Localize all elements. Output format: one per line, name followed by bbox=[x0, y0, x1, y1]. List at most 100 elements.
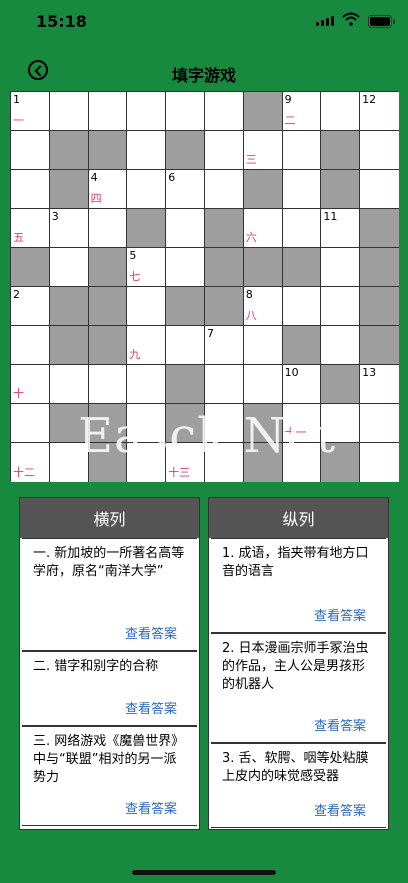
grid-cell[interactable] bbox=[88, 365, 128, 404]
grid-cell[interactable] bbox=[49, 248, 89, 287]
clue-number: 10 bbox=[284, 366, 299, 379]
status-bar: 15:18 bbox=[0, 0, 408, 44]
blocked-cell bbox=[49, 170, 89, 209]
grid-cell[interactable] bbox=[321, 248, 361, 287]
grid-cell[interactable] bbox=[88, 209, 128, 248]
clue-text: 二. 错字和别字的合称 bbox=[33, 659, 159, 674]
grid-cell[interactable] bbox=[127, 92, 167, 131]
blocked-cell bbox=[321, 170, 361, 209]
watermark: Easck.Net bbox=[78, 408, 337, 464]
grid-cell[interactable]: 六 bbox=[243, 209, 283, 248]
clue-label: 十 bbox=[13, 387, 24, 400]
view-answer-button[interactable]: 查看答案 bbox=[314, 715, 366, 734]
clue-label: 七 bbox=[129, 270, 141, 283]
clue-number: 12 bbox=[362, 93, 377, 106]
grid-cell[interactable]: 9二 bbox=[282, 92, 322, 131]
down-panel: 纵列 1. 成语，指夹带有地方口音的语言 查看答案 2. 日本漫画宗师手冢治虫的… bbox=[208, 497, 389, 830]
grid-cell[interactable] bbox=[321, 92, 361, 131]
grid-cell[interactable] bbox=[243, 365, 283, 404]
grid-cell[interactable]: 11 bbox=[321, 209, 361, 248]
nav-bar: 填字游戏 bbox=[0, 52, 408, 90]
grid-cell[interactable] bbox=[11, 326, 50, 365]
grid-cell[interactable]: 13 bbox=[360, 365, 399, 404]
grid-cell[interactable] bbox=[360, 443, 399, 482]
clue-number: 13 bbox=[362, 366, 377, 379]
grid-cell[interactable] bbox=[166, 248, 205, 287]
grid-cell[interactable] bbox=[360, 170, 399, 209]
wifi-icon bbox=[342, 12, 360, 26]
clue-label: 十二 bbox=[13, 466, 35, 479]
grid-cell[interactable] bbox=[166, 92, 205, 131]
grid-cell[interactable] bbox=[360, 131, 399, 170]
clue-label: 十三 bbox=[168, 466, 191, 479]
clue-number: 3 bbox=[51, 210, 59, 223]
down-header: 纵列 bbox=[209, 498, 388, 538]
blocked-cell bbox=[88, 131, 128, 170]
grid-cell[interactable]: 5七 bbox=[127, 248, 167, 287]
clue-number: 4 bbox=[90, 171, 98, 184]
grid-cell[interactable] bbox=[204, 365, 244, 404]
clue-number: 1 bbox=[13, 93, 20, 106]
grid-cell[interactable] bbox=[243, 326, 283, 365]
blocked-cell bbox=[88, 248, 128, 287]
grid-cell[interactable] bbox=[127, 170, 167, 209]
grid-cell[interactable]: 三 bbox=[243, 131, 283, 170]
grid-cell[interactable]: 十 bbox=[11, 365, 50, 404]
clue-label: 三 bbox=[245, 153, 257, 166]
across-clue-1: 一. 新加坡的一所著名高等学府，原名“南洋大学” 查看答案 bbox=[22, 538, 197, 651]
grid-cell[interactable]: 4四 bbox=[88, 170, 128, 209]
grid-cell[interactable] bbox=[49, 92, 89, 131]
grid-cell[interactable] bbox=[88, 92, 128, 131]
grid-cell[interactable]: 3 bbox=[49, 209, 89, 248]
blocked-cell bbox=[321, 365, 361, 404]
blocked-cell bbox=[88, 287, 128, 326]
grid-cell[interactable] bbox=[166, 209, 205, 248]
grid-cell[interactable]: 九 bbox=[127, 326, 167, 365]
grid-cell[interactable] bbox=[282, 287, 322, 326]
grid-cell[interactable] bbox=[127, 365, 167, 404]
grid-cell[interactable] bbox=[282, 131, 322, 170]
grid-cell[interactable]: 12 bbox=[360, 92, 399, 131]
grid-cell[interactable] bbox=[321, 326, 361, 365]
clue-text: 1. 成语，指夹带有地方口音的语言 bbox=[222, 546, 369, 579]
view-answer-button[interactable]: 查看答案 bbox=[314, 605, 366, 624]
grid-cell[interactable]: 2 bbox=[11, 287, 50, 326]
page-title: 填字游戏 bbox=[171, 66, 236, 85]
grid-cell[interactable] bbox=[11, 170, 50, 209]
signal-icon bbox=[316, 16, 334, 26]
grid-cell[interactable] bbox=[204, 131, 244, 170]
clue-text: 3. 舌、软腭、咽等处粘膜上皮内的味觉感受器 bbox=[222, 751, 369, 784]
clue-number: 2 bbox=[13, 288, 20, 301]
grid-cell[interactable] bbox=[360, 404, 399, 443]
blocked-cell bbox=[11, 248, 50, 287]
grid-cell[interactable] bbox=[204, 170, 244, 209]
view-answer-button[interactable]: 查看答案 bbox=[314, 800, 366, 819]
down-clue-3: 3. 舌、软腭、咽等处粘膜上皮内的味觉感受器 查看答案 bbox=[211, 743, 386, 828]
clue-number: 11 bbox=[323, 210, 338, 223]
grid-cell[interactable] bbox=[321, 287, 361, 326]
view-answer-button[interactable]: 查看答案 bbox=[125, 798, 177, 817]
grid-cell[interactable] bbox=[166, 326, 205, 365]
view-answer-button[interactable]: 查看答案 bbox=[125, 698, 177, 717]
grid-cell[interactable]: 6 bbox=[166, 170, 205, 209]
grid-cell[interactable]: 五 bbox=[11, 209, 50, 248]
grid-cell[interactable] bbox=[49, 365, 89, 404]
grid-cell[interactable] bbox=[282, 170, 322, 209]
blocked-cell bbox=[49, 287, 89, 326]
view-answer-button[interactable]: 查看答案 bbox=[125, 623, 177, 642]
grid-cell[interactable]: 十二 bbox=[11, 443, 50, 482]
grid-cell[interactable] bbox=[282, 209, 322, 248]
grid-cell[interactable]: 1一 bbox=[11, 92, 50, 131]
grid-cell[interactable]: 7 bbox=[204, 326, 244, 365]
blocked-cell bbox=[360, 326, 399, 365]
grid-cell[interactable] bbox=[204, 92, 244, 131]
grid-cell[interactable]: 8八 bbox=[243, 287, 283, 326]
grid-cell[interactable] bbox=[127, 287, 167, 326]
grid-cell[interactable] bbox=[11, 404, 50, 443]
grid-cell[interactable] bbox=[11, 131, 50, 170]
battery-icon bbox=[368, 15, 395, 28]
grid-cell[interactable] bbox=[127, 131, 167, 170]
clue-number: 6 bbox=[168, 171, 176, 184]
grid-cell[interactable]: 10 bbox=[282, 365, 322, 404]
clue-label: 二 bbox=[284, 114, 296, 127]
